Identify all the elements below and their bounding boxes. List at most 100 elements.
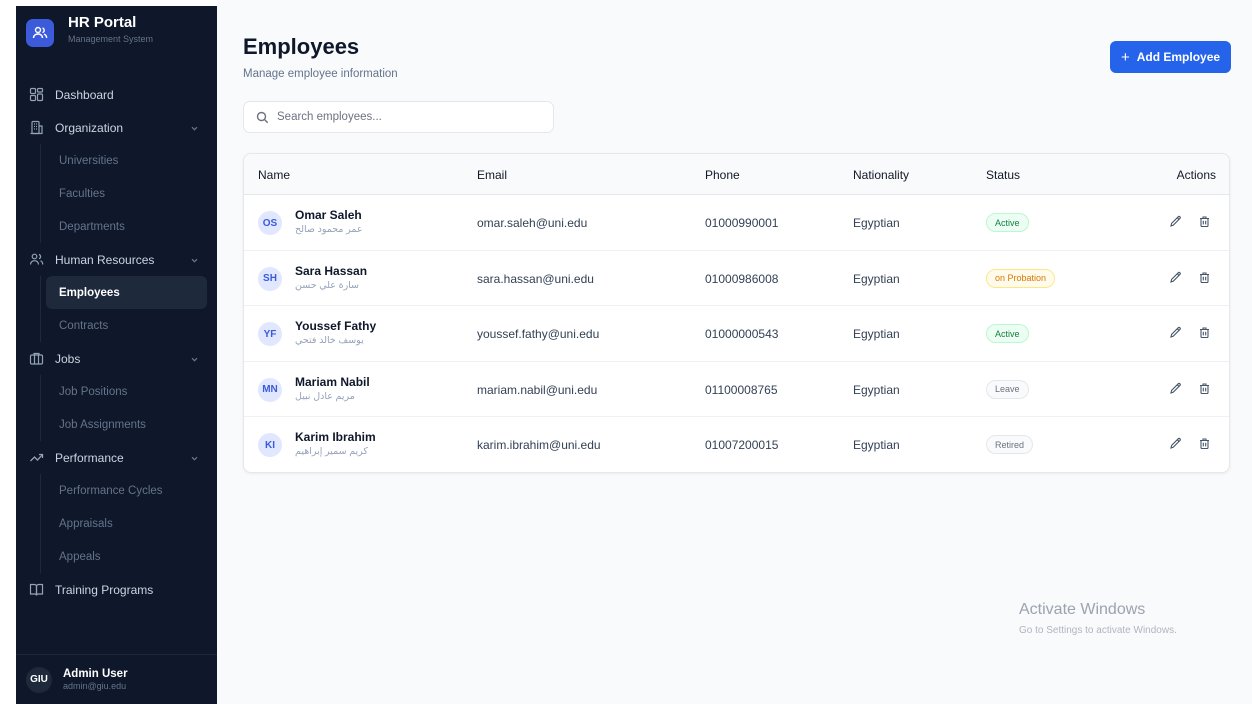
sidebar-item-label: Dashboard [55,87,114,102]
employee-email: sara.hassan@uni.edu [477,271,594,286]
avatar: YF [258,322,282,347]
delete-button[interactable] [1198,437,1211,455]
table-row[interactable]: KI Karim Ibrahim كريم سمير إبراهيم karim.ib… [244,417,1229,472]
sidebar-item-label: Appeals [59,550,101,563]
add-employee-button[interactable]: + Add Employee [1110,41,1231,73]
sidebar: HR Portal Management System Dashboard Org… [16,6,217,704]
sidebar-subitem-faculties[interactable]: Faculties [16,177,217,210]
activate-windows-subtitle: Go to Settings to activate Windows. [1019,625,1177,636]
table-row[interactable]: YF Youssef Fathy يوسف خالد فتحي youssef.fat… [244,306,1229,362]
trash-icon [1198,326,1211,344]
sidebar-item-label: Job Assignments [59,418,146,431]
edit-button[interactable] [1169,326,1182,344]
grid-icon [28,87,44,103]
employee-name: Sara Hassan [295,263,368,278]
employee-nationality: Egyptian [853,327,900,342]
delete-button[interactable] [1198,326,1211,344]
table-header: Name Email Phone Nationality Status Acti… [244,154,1229,195]
sidebar-item-training-programs[interactable]: Training Programs [16,573,217,606]
table-row[interactable]: MN Mariam Nabil مريم عادل نبيل mariam.nabil… [244,362,1229,418]
users-logo-icon [26,19,54,47]
edit-button[interactable] [1169,382,1182,400]
employee-email: karim.ibrahim@uni.edu [477,438,601,453]
column-header-phone[interactable]: Phone [705,168,740,182]
user-name: Admin User [63,668,128,680]
delete-button[interactable] [1198,382,1211,400]
chevron-down-icon[interactable] [190,452,199,466]
sidebar-subitem-performance-cycles[interactable]: Performance Cycles [16,474,217,507]
employee-name: Youssef Fathy [295,319,377,334]
app-subtitle: Management System [68,34,154,44]
table-body: OS Omar Saleh عمر محمود صالح omar.saleh@uni… [244,195,1229,472]
pencil-icon [1169,271,1182,289]
trash-icon [1198,215,1211,233]
plus-icon: + [1120,48,1130,66]
sidebar-item-label: Jobs [55,351,81,366]
nav-tree-line [40,276,41,342]
sidebar-item-dashboard[interactable]: Dashboard [16,78,217,111]
edit-button[interactable] [1169,215,1182,233]
sidebar-item-label: Appraisals [59,517,113,530]
edit-button[interactable] [1169,437,1182,455]
employee-email: youssef.fathy@uni.edu [477,327,600,342]
table-row[interactable]: OS Omar Saleh عمر محمود صالح omar.saleh@uni… [244,195,1229,251]
pencil-icon [1169,215,1182,233]
briefcase-icon [28,351,44,367]
column-header-actions: Actions [1176,168,1216,182]
employee-name-arabic: سارة علي حسن [295,279,360,291]
table-row[interactable]: SH Sara Hassan سارة علي حسن sara.hassan@uni… [244,251,1229,307]
edit-button[interactable] [1169,271,1182,289]
sidebar-item-human-resources[interactable]: Human Resources [16,243,217,276]
sidebar-subitem-universities[interactable]: Universities [16,144,217,177]
search-input[interactable] [277,111,537,123]
sidebar-nav: Dashboard Organization Universities Faculti… [16,78,217,606]
nav-tree-line [40,144,41,243]
pencil-icon [1169,382,1182,400]
add-employee-label: Add Employee [1136,50,1221,64]
employee-phone: 01000000543 [705,327,779,342]
building-icon [28,120,44,136]
sidebar-subitem-job-positions[interactable]: Job Positions [16,375,217,408]
employee-name-arabic: مريم عادل نبيل [295,390,355,402]
sidebar-subitem-contracts[interactable]: Contracts [16,309,217,342]
employee-nationality: Egyptian [853,382,900,397]
delete-button[interactable] [1198,215,1211,233]
sidebar-item-performance[interactable]: Performance [16,441,217,474]
user-profile[interactable]: GIU Admin User admin@giu.edu [16,654,217,704]
status-badge: Active [986,324,1029,344]
column-header-status[interactable]: Status [986,168,1020,182]
sidebar-item-label: Human Resources [55,252,155,267]
chevron-down-icon[interactable] [190,254,199,268]
book-icon [28,582,44,598]
employee-name: Mariam Nabil [295,374,370,389]
main-content: Employees Manage employee information + … [217,0,1252,704]
sidebar-item-label: Universities [59,154,119,167]
trash-icon [1198,271,1211,289]
column-header-email[interactable]: Email [477,168,507,182]
users-icon [28,252,44,268]
sidebar-subitem-departments[interactable]: Departments [16,210,217,243]
chevron-down-icon[interactable] [190,122,199,136]
sidebar-subitem-employees[interactable]: Employees [46,276,207,309]
search-box[interactable] [243,101,554,133]
column-header-name[interactable]: Name [258,168,290,182]
sidebar-subitem-appeals[interactable]: Appeals [16,540,217,573]
employee-email: omar.saleh@uni.edu [477,216,588,230]
column-header-nationality[interactable]: Nationality [853,168,909,182]
sidebar-item-organization[interactable]: Organization [16,111,217,144]
sidebar-item-label: Training Programs [55,582,154,597]
pencil-icon [1169,437,1182,455]
sidebar-subitem-job-assignments[interactable]: Job Assignments [16,408,217,441]
pencil-icon [1169,326,1182,344]
employee-phone: 01000990001 [705,216,779,230]
employee-nationality: Egyptian [853,216,900,230]
sidebar-item-jobs[interactable]: Jobs [16,342,217,375]
brand: HR Portal Management System [26,14,153,47]
chevron-down-icon[interactable] [190,353,199,367]
delete-button[interactable] [1198,271,1211,289]
avatar: KI [258,433,282,458]
sidebar-subitem-appraisals[interactable]: Appraisals [16,507,217,540]
employee-phone: 01100008765 [705,382,778,397]
employee-name-arabic: كريم سمير إبراهيم [295,446,368,458]
employee-email: mariam.nabil@uni.edu [477,382,598,397]
